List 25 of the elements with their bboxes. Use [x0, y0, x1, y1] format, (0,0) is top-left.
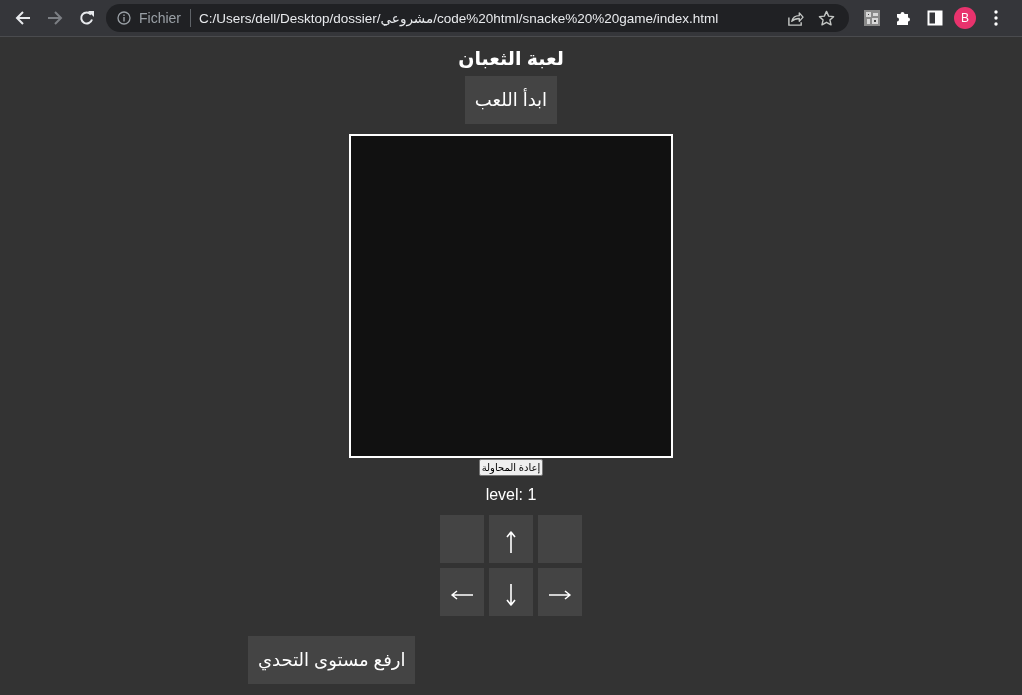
arrow-key[interactable]: [489, 515, 533, 563]
retry-button[interactable]: إعادة المحاولة: [478, 459, 544, 476]
side-panel-icon[interactable]: [926, 9, 944, 27]
security-label: Fichier: [139, 10, 181, 26]
back-arrow-icon: [15, 10, 31, 26]
profile-avatar[interactable]: B: [954, 7, 976, 29]
puzzle-icon[interactable]: [894, 9, 912, 27]
up-arrow-icon: [506, 531, 516, 553]
challenge-button[interactable]: ارفع مستوى التحدي: [248, 636, 416, 684]
down-arrow-icon: [506, 584, 516, 606]
info-icon: [117, 11, 131, 25]
arrow-key[interactable]: [489, 568, 533, 616]
share-icon[interactable]: [787, 9, 804, 27]
reload-icon: [79, 10, 95, 26]
menu-icon[interactable]: [994, 10, 998, 26]
star-icon[interactable]: [818, 9, 835, 27]
url-text[interactable]: C:/Users/dell/Desktop/dossier/مشروعي/code%20html/snacke%20%20game/index.html: [199, 10, 787, 26]
forward-arrow-icon: [47, 10, 63, 26]
arrow-key[interactable]: [538, 568, 582, 616]
level-label: level: 1: [485, 486, 537, 504]
start-button[interactable]: ابدأ اللعب: [464, 76, 558, 124]
arrow-key[interactable]: [440, 568, 484, 616]
game-title: لعبة الثعبان: [458, 47, 564, 71]
right-arrow-icon: [549, 590, 571, 600]
left-arrow-icon: [451, 590, 473, 600]
